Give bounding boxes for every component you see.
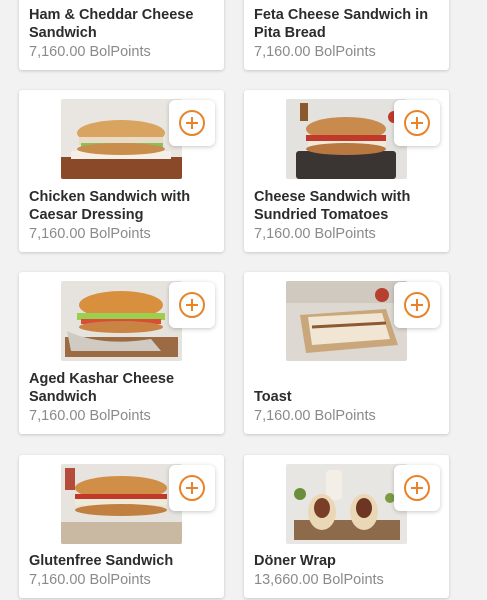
product-price: 7,160.00 BolPoints [254, 408, 376, 424]
add-to-cart-button[interactable] [394, 100, 440, 146]
product-info: Toast 7,160.00 BolPoints [254, 388, 441, 425]
product-price: 7,160.00 BolPoints [29, 226, 151, 242]
product-name: Aged Kashar Cheese Sandwich [29, 371, 175, 405]
product-image [286, 99, 407, 179]
product-price: 7,160.00 BolPoints [29, 408, 151, 424]
product-info: Aged Kashar Cheese Sandwich 7,160.00 Bol… [29, 370, 216, 425]
product-image [61, 99, 182, 179]
plus-circle-icon [404, 475, 430, 501]
product-info: Feta Cheese Sandwich in Pita Bread 7,160… [254, 6, 441, 61]
product-image [286, 281, 407, 361]
add-to-cart-button[interactable] [394, 465, 440, 511]
product-name: Ham & Cheddar Cheese Sandwich [29, 7, 194, 41]
product-name: Döner Wrap [254, 553, 336, 569]
plus-circle-icon [179, 475, 205, 501]
product-card[interactable]: Döner Wrap 13,660.00 BolPoints [244, 455, 449, 598]
product-card[interactable]: Chicken Sandwich with Caesar Dressing 7,… [19, 90, 224, 252]
product-price: 7,160.00 BolPoints [254, 44, 376, 60]
product-card[interactable]: Aged Kashar Cheese Sandwich 7,160.00 Bol… [19, 272, 224, 434]
product-name: Toast [254, 389, 292, 405]
product-image [61, 281, 182, 361]
product-name: Feta Cheese Sandwich in Pita Bread [254, 7, 429, 41]
plus-circle-icon [179, 292, 205, 318]
product-price: 7,160.00 BolPoints [254, 226, 376, 242]
plus-circle-icon [404, 110, 430, 136]
product-name: Chicken Sandwich with Caesar Dressing [29, 189, 191, 223]
product-card[interactable]: Toast 7,160.00 BolPoints [244, 272, 449, 434]
product-price: 7,160.00 BolPoints [29, 572, 151, 588]
plus-circle-icon [179, 110, 205, 136]
product-grid: Ham & Cheddar Cheese Sandwich 7,160.00 B… [0, 0, 487, 600]
product-card[interactable]: Ham & Cheddar Cheese Sandwich 7,160.00 B… [19, 0, 224, 70]
add-to-cart-button[interactable] [394, 282, 440, 328]
product-info: Ham & Cheddar Cheese Sandwich 7,160.00 B… [29, 6, 216, 61]
product-name: Glutenfree Sandwich [29, 553, 174, 569]
product-image [61, 464, 182, 544]
product-info: Cheese Sandwich with Sundried Tomatoes 7… [254, 188, 441, 243]
add-to-cart-button[interactable] [169, 100, 215, 146]
add-to-cart-button[interactable] [169, 282, 215, 328]
product-info: Chicken Sandwich with Caesar Dressing 7,… [29, 188, 216, 243]
product-name: Cheese Sandwich with Sundried Tomatoes [254, 189, 411, 223]
add-to-cart-button[interactable] [169, 465, 215, 511]
product-card[interactable]: Feta Cheese Sandwich in Pita Bread 7,160… [244, 0, 449, 70]
product-price: 7,160.00 BolPoints [29, 44, 151, 60]
product-info: Döner Wrap 13,660.00 BolPoints [254, 552, 441, 589]
product-card[interactable]: Cheese Sandwich with Sundried Tomatoes 7… [244, 90, 449, 252]
product-image [286, 464, 407, 544]
product-price: 13,660.00 BolPoints [254, 572, 384, 588]
product-card[interactable]: Glutenfree Sandwich 7,160.00 BolPoints [19, 455, 224, 598]
product-info: Glutenfree Sandwich 7,160.00 BolPoints [29, 552, 216, 589]
plus-circle-icon [404, 292, 430, 318]
